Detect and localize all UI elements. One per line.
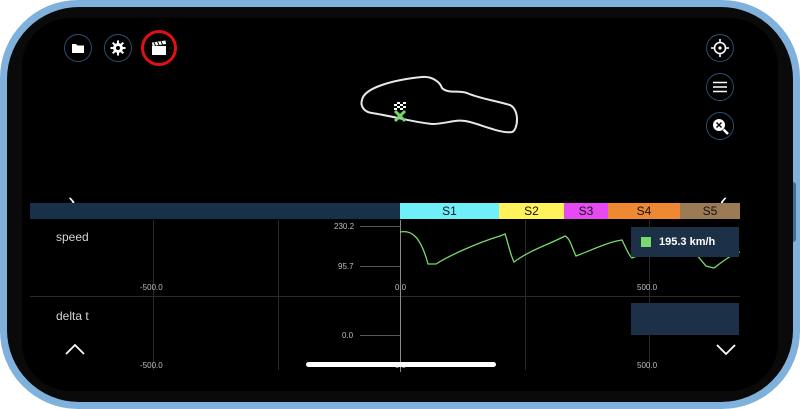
open-folder-button[interactable] [64, 34, 92, 62]
speed-x-tick: -500.0 [140, 283, 163, 292]
delta-x-tick: -500.0 [140, 361, 163, 370]
sector-label: S3 [578, 204, 594, 218]
sector-s5[interactable]: S5 [680, 203, 740, 219]
hamburger-menu-icon [713, 81, 727, 93]
sector-s4[interactable]: S4 [608, 203, 680, 219]
sector-label: S1 [442, 204, 457, 218]
grid-line [153, 220, 154, 370]
speed-label: speed [56, 230, 89, 244]
car-position-icon [393, 109, 407, 123]
sector-label: S4 [636, 204, 652, 218]
delta-value-box [631, 303, 739, 335]
track-map [360, 75, 518, 134]
speed-value: 195.3 km/h [659, 236, 716, 248]
zoom-icon [713, 119, 729, 135]
sector-s1[interactable]: S1 [400, 203, 499, 219]
speed-value-badge: 195.3 km/h [631, 227, 739, 257]
menu-button[interactable] [706, 73, 734, 101]
chevron-up-icon[interactable] [64, 342, 86, 356]
delta-zero-tick: 0.0 [342, 331, 354, 340]
timeline-bar [30, 203, 400, 219]
delta-zero-line [360, 335, 400, 336]
grid-line [278, 220, 279, 370]
gear-icon [110, 40, 126, 56]
settings-button[interactable] [104, 34, 132, 62]
speed-x-tick: 0.0 [395, 283, 407, 292]
speed-max-tick: 230.2 [334, 222, 355, 231]
sector-s2[interactable]: S2 [499, 203, 564, 219]
speed-max-line [360, 226, 400, 227]
video-button[interactable] [145, 34, 173, 62]
speed-min-line [360, 266, 400, 267]
chevron-down-icon[interactable] [715, 343, 737, 357]
sector-label: S5 [702, 204, 718, 218]
clapperboard-icon [152, 40, 166, 55]
panel-divider [30, 296, 740, 297]
finish-flag-icon [394, 102, 406, 110]
delta-label: delta t [56, 309, 89, 323]
zoom-button[interactable] [706, 112, 734, 140]
delta-x-tick: 500.0 [637, 361, 658, 370]
sector-bar: S1 S2 S3 S4 S5 [400, 203, 740, 219]
center-map-button[interactable] [706, 34, 734, 62]
home-indicator[interactable] [306, 362, 496, 367]
sector-label: S2 [524, 204, 539, 218]
crosshair-icon [711, 39, 729, 57]
speed-x-tick: 500.0 [637, 283, 658, 292]
speed-min-tick: 95.7 [338, 262, 354, 271]
folder-icon [72, 44, 84, 53]
speed-legend-swatch [641, 237, 651, 247]
sector-s3[interactable]: S3 [564, 203, 608, 219]
